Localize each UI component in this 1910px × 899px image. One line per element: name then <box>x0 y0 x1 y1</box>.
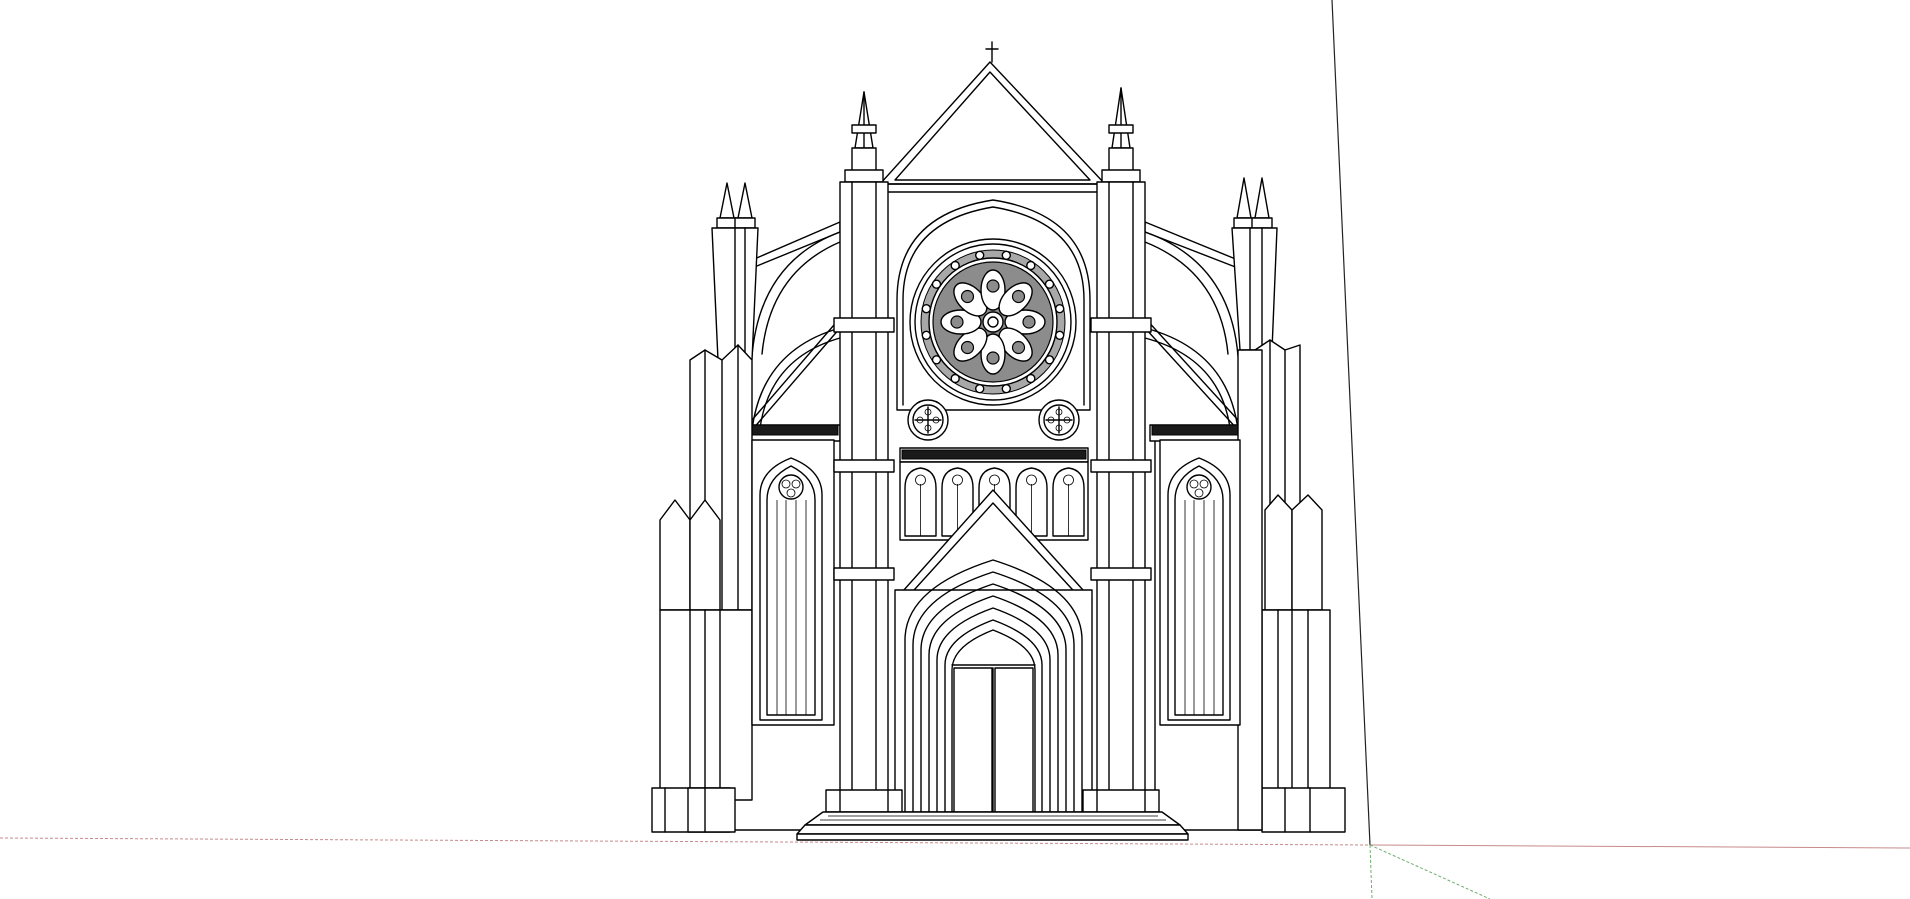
rose-rim-foil <box>950 260 960 271</box>
cross-icon <box>985 41 999 63</box>
rose-petal-light <box>950 315 964 329</box>
right-outer-buttress <box>1231 177 1346 833</box>
rose-petal-light <box>986 351 1000 365</box>
rose-petal-light <box>1011 289 1026 304</box>
rose-rim-foil <box>950 373 960 384</box>
rose-rim-foil <box>1026 260 1036 271</box>
rose-rim-foil <box>931 355 942 365</box>
entrance-steps <box>796 811 1189 841</box>
rose-petal-light <box>960 289 975 304</box>
green-axis-line <box>1369 844 1491 899</box>
rose-rim-foil <box>975 384 985 394</box>
left-roundel <box>907 399 949 441</box>
left-outer-buttress <box>651 182 759 833</box>
rose-rim-foil <box>1054 304 1065 314</box>
rose-rim-foil <box>921 330 931 340</box>
green-axis-line-negative <box>1369 844 1373 899</box>
left-aisle-window <box>751 439 835 726</box>
rose-rim-foil <box>1001 250 1011 261</box>
rose-petal-light <box>1011 340 1026 355</box>
rose-rim-foil <box>921 304 931 314</box>
portal-doors <box>953 667 1034 813</box>
cathedral-model-drawing[interactable] <box>0 0 1910 899</box>
right-roundel <box>1038 399 1080 441</box>
blue-axis-line <box>1331 0 1371 846</box>
modeling-viewport[interactable] <box>0 0 1910 899</box>
rose-petal-light <box>986 279 1000 293</box>
rose-rim-foil <box>1001 384 1011 394</box>
rose-rim-foil <box>975 250 985 261</box>
right-aisle-window <box>1159 439 1241 726</box>
rose-rim-foil <box>1044 355 1055 365</box>
rose-window <box>909 238 1077 406</box>
rose-rim-foil <box>931 279 942 289</box>
rose-petal-light <box>960 340 975 355</box>
red-axis-line-positive <box>1369 844 1910 849</box>
rose-rim-foil <box>1026 373 1036 384</box>
rose-petal-light <box>1022 315 1036 329</box>
central-facade <box>879 41 1106 823</box>
rose-rim-foil <box>1054 330 1065 340</box>
rose-rim-foil <box>1044 279 1055 289</box>
